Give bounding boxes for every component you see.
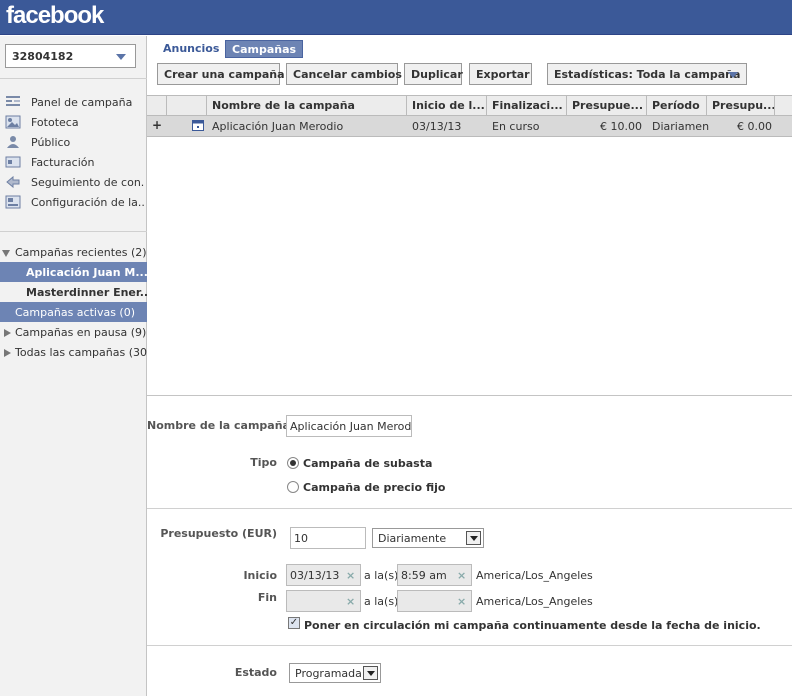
divider [0, 231, 147, 232]
sidebar-item-label: Facturación [31, 156, 95, 169]
sidebar-item-label: Público [31, 136, 71, 149]
paused-campaigns[interactable]: Campañas en pausa (9) [0, 322, 147, 342]
clear-icon[interactable]: × [457, 569, 466, 582]
at-label: a la(s) [364, 569, 399, 582]
sidebar-item-label: Configuración de la... [31, 196, 145, 209]
photo-icon [5, 115, 21, 129]
billing-icon [5, 156, 21, 168]
budget-input[interactable]: 10 [290, 527, 366, 549]
campaign-period: Diariamente [652, 120, 709, 133]
header-icon [167, 96, 207, 116]
campaign-name[interactable]: Aplicación Juan Merodio [207, 116, 407, 136]
auction-radio-label: Campaña de subasta [303, 457, 433, 470]
table-header: Nombre de la campaña Inicio de l... Fina… [147, 95, 792, 116]
sidebar-item-photos[interactable]: Fototeca [5, 114, 145, 132]
expanded-icon [2, 250, 10, 257]
auction-radio[interactable] [287, 457, 299, 469]
duplicate-button[interactable]: Duplicar [404, 63, 463, 85]
account-id: 32804182 [12, 50, 74, 63]
end-label: Fin [257, 591, 277, 604]
recent-campaigns[interactable]: Campañas recientes (2) [0, 242, 147, 262]
sidebar-item-audience[interactable]: Público [5, 134, 145, 152]
create-campaign-button[interactable]: Crear una campaña [157, 63, 285, 85]
settings-icon [5, 195, 21, 209]
sidebar-item-settings[interactable]: Configuración de la... [5, 194, 145, 212]
expand-icon[interactable]: + [147, 116, 167, 136]
export-button[interactable]: Exportar [469, 63, 532, 85]
chevron-down-icon [466, 531, 481, 545]
sidebar-item-tracking[interactable]: Seguimiento de con... [5, 174, 145, 192]
collapsed-icon [4, 329, 11, 337]
audience-icon [7, 136, 19, 148]
header-period[interactable]: Período [647, 96, 707, 116]
name-label: Nombre de la campaña [147, 419, 290, 432]
account-selector[interactable]: 32804182 [5, 44, 136, 68]
header-budget[interactable]: Presupue... [567, 96, 647, 116]
campaign-name-input[interactable]: Aplicación Juan Merodio [286, 415, 412, 437]
tab-ads[interactable]: Anuncios [157, 40, 225, 58]
tracking-icon [6, 175, 20, 189]
continuous-checkbox-label: Poner en circulación mi campaña continua… [304, 619, 761, 632]
campaign-icon [187, 116, 207, 136]
clear-icon[interactable]: × [346, 595, 355, 608]
fixed-price-radio[interactable] [287, 481, 299, 493]
type-label: Tipo [250, 456, 277, 469]
campaign-end: En curso [492, 120, 540, 133]
header-expand [147, 96, 167, 116]
tab-campaigns[interactable]: Campañas [225, 40, 304, 58]
campaign-budget: € 10.00 [600, 120, 642, 133]
header-name[interactable]: Nombre de la campaña [207, 96, 407, 116]
all-campaigns[interactable]: Todas las campañas (30) [0, 342, 147, 362]
sidebar: 32804182 Panel de campaña Fototeca Públi… [0, 36, 147, 696]
active-campaigns[interactable]: Campañas activas (0) [0, 302, 147, 322]
collapsed-icon [4, 349, 11, 357]
stats-dropdown[interactable]: Estadísticas: Toda la campaña [547, 63, 747, 85]
budget-label: Presupuesto (EUR) [160, 527, 277, 540]
timezone-label: America/Los_Angeles [476, 569, 593, 582]
fixed-price-radio-label: Campaña de precio fijo [303, 481, 446, 494]
at-label: a la(s) [364, 595, 399, 608]
continuous-checkbox[interactable]: ✓ [288, 617, 300, 629]
chevron-down-icon [363, 666, 378, 680]
status-label: Estado [234, 666, 277, 679]
start-label: Inicio [243, 569, 277, 582]
status-select[interactable]: Programada [289, 663, 381, 683]
recent-campaign-item[interactable]: Masterdinner Ener... [0, 282, 147, 302]
chevron-down-icon [116, 54, 126, 60]
divider [147, 645, 792, 646]
top-bar: facebook [0, 0, 792, 35]
cancel-changes-button[interactable]: Cancelar cambios [286, 63, 402, 85]
sidebar-item-label: Fototeca [31, 116, 79, 129]
clear-icon[interactable]: × [346, 569, 355, 582]
divider [147, 508, 792, 509]
facebook-logo[interactable]: facebook [6, 2, 104, 30]
chevron-down-icon [728, 72, 738, 78]
dashboard-icon [6, 96, 20, 106]
timezone-label: America/Los_Angeles [476, 595, 593, 608]
header-spent[interactable]: Presupu... [707, 96, 775, 116]
sidebar-item-dashboard[interactable]: Panel de campaña [5, 94, 145, 112]
header-start[interactable]: Inicio de l... [407, 96, 487, 116]
campaign-spent: € 0.00 [737, 120, 772, 133]
recent-campaign-item[interactable]: Aplicación Juan M... [0, 262, 147, 282]
campaign-start: 03/13/13 [412, 120, 462, 133]
sidebar-item-billing[interactable]: Facturación [5, 154, 145, 172]
header-end[interactable]: Finalizaci... [487, 96, 567, 116]
sidebar-item-label: Panel de campaña [31, 96, 133, 109]
clear-icon[interactable]: × [457, 595, 466, 608]
table-row[interactable]: + Aplicación Juan Merodio 03/13/13 En cu… [147, 116, 792, 137]
divider [0, 78, 147, 79]
sidebar-item-label: Seguimiento de con... [31, 176, 145, 189]
budget-period-select[interactable]: Diariamente [372, 528, 484, 548]
